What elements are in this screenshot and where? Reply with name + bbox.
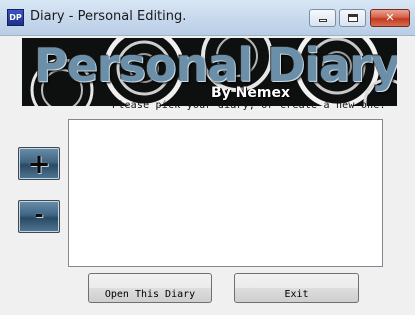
banner-subtitle: By Nemex [211,85,290,101]
app-icon[interactable]: DP [7,9,24,26]
window-title: Diary - Personal Editing. [30,9,187,24]
banner-image: Personal Diary By Nemex [22,38,397,106]
exit-button[interactable]: Exit [234,273,359,303]
title-bar[interactable]: DP Diary - Personal Editing. [0,0,415,36]
instructions-label: Please pick your diary, or create a new … [112,100,386,111]
diary-list[interactable] [68,119,383,267]
add-diary-button[interactable]: + [18,147,60,180]
close-button[interactable] [370,9,410,27]
open-diary-button[interactable]: Open This Diary [88,273,212,303]
maximize-button[interactable] [339,9,366,27]
minus-icon: - [34,203,44,228]
remove-diary-button[interactable]: - [18,200,60,233]
minimize-button[interactable] [309,9,336,27]
plus-icon: + [27,147,51,180]
banner-title: Personal Diary [34,38,397,92]
